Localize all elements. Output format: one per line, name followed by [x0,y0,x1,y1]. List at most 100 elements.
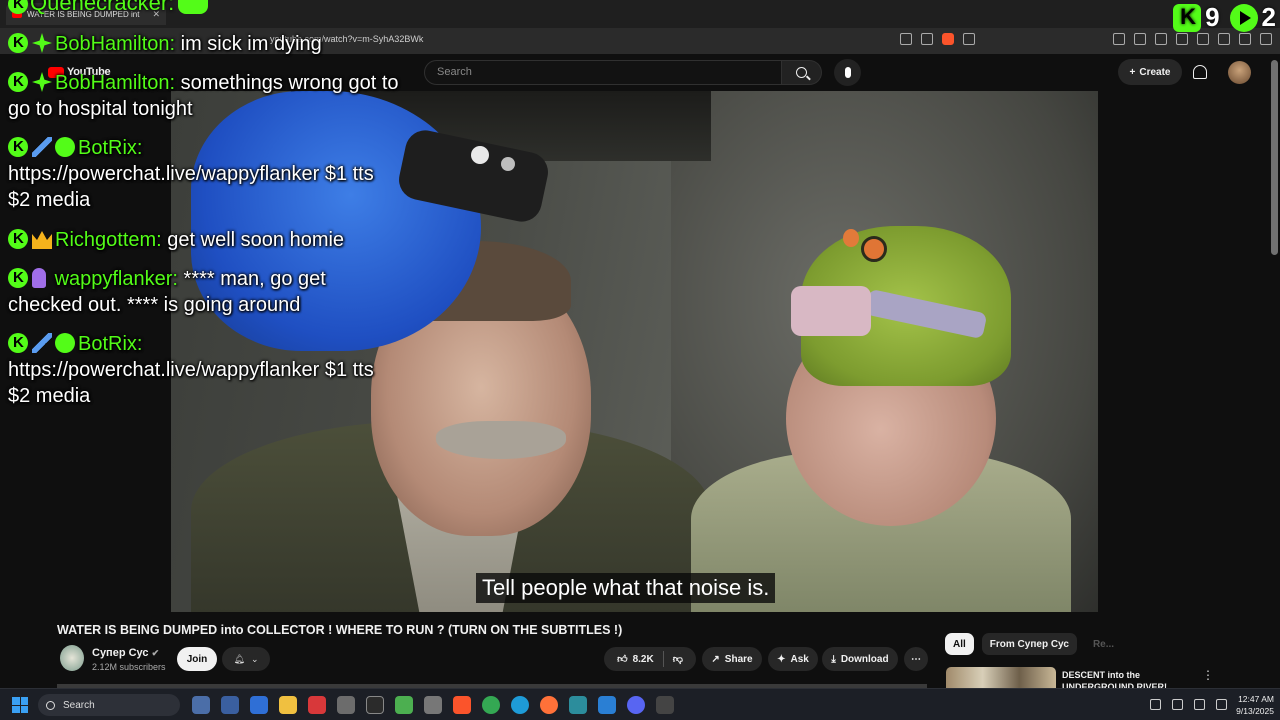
chat-message: Richgottem: get well soon homie [8,226,408,253]
chat-overlay: Quenecracker: BobHamilton: im sick im dy… [0,0,410,420]
kick-badge-icon [8,330,28,356]
share-page-icon[interactable] [921,33,933,45]
app-icon[interactable] [221,696,239,714]
chat-username: Richgottem: [55,229,162,251]
brave-browser-icon[interactable] [453,696,471,714]
taskbar-apps [192,696,674,714]
ask-button[interactable]: ✦ Ask [768,647,818,671]
search-button[interactable] [782,60,822,85]
chrome-icon[interactable] [482,696,500,714]
voice-search-button[interactable] [834,59,861,86]
page-scrollbar[interactable] [1271,60,1278,255]
kick-badge-icon [8,0,28,17]
wallet-icon[interactable] [1197,33,1209,45]
sparkle-badge-icon [32,72,52,92]
clock-app-icon[interactable] [337,696,355,714]
download-icon: ⤓ [831,653,836,665]
account-avatar[interactable] [1228,61,1251,84]
chip-related[interactable]: Re... [1085,633,1122,655]
chat-message: BotRix: https://powerchat.live/wappyflan… [8,134,398,213]
notifications-bell-icon[interactable] [1193,65,1207,79]
chat-username-partial: Quenecracker: [30,0,175,15]
share-label: Share [724,653,753,665]
viewer-counters: 9 2 [1173,2,1276,33]
chat-username: BotRix: [78,333,143,355]
subscribed-notifications-button[interactable]: 🔔︎ ⌄ [222,647,270,671]
sword-badge-icon [32,137,52,157]
edge-icon[interactable] [511,696,529,714]
verified-badge-icon [55,333,75,353]
taskbar-search[interactable]: Search [38,694,180,716]
system-tray [1150,699,1227,710]
leo-icon[interactable] [1218,33,1230,45]
dislike-icon[interactable]: 👎︎ [673,653,683,665]
channel-avatar[interactable] [60,645,84,671]
recommendation-thumbnail[interactable] [946,667,1056,689]
create-button[interactable]: + Create [1118,59,1182,85]
chevron-down-icon: ⌄ [250,653,259,664]
start-tile [12,697,20,705]
more-actions-button[interactable]: ⋯ [904,647,928,671]
file-explorer-icon[interactable] [279,696,297,714]
like-separator [662,651,664,667]
obs-icon[interactable] [424,696,442,714]
map-app-icon[interactable] [395,696,413,714]
kick-badge-icon [8,265,28,291]
plus-icon: + [1129,66,1136,78]
chat-text: im sick im dying [180,33,322,55]
more-vertical-icon[interactable]: ⋮ [1202,668,1214,682]
search-input[interactable]: Search [424,60,782,85]
sidebar-icon[interactable] [1176,33,1188,45]
vscode-icon[interactable] [598,696,616,714]
like-icon[interactable]: 👍︎ [617,653,627,665]
join-button[interactable]: Join [177,647,217,671]
chip-from-channel[interactable]: From Супер Сус [981,633,1077,655]
channel-name[interactable]: Супер Сус ✔ [92,647,159,659]
vpn-icon[interactable] [1239,33,1251,45]
sparkle-icon: ✦ [777,653,786,665]
app-icon-teal[interactable] [569,696,587,714]
discord-icon[interactable] [627,696,645,714]
chat-message: wappyflanker: **** man, go get checked o… [8,265,368,318]
search-icon [46,700,55,710]
network-icon[interactable] [1194,699,1205,710]
media-icon[interactable] [1155,33,1167,45]
chip-all[interactable]: All [945,633,974,655]
microphone-tray-icon[interactable] [1172,699,1183,710]
firefox-icon[interactable] [540,696,558,714]
share-button[interactable]: ↗ Share [702,647,762,671]
taskbar-clock[interactable]: 12:47 AM 9/13/2025 [1226,693,1274,717]
windows-start-icon[interactable] [12,697,28,713]
channel-name-text: Супер Сус [92,647,149,659]
rumble-logo-icon [1229,3,1258,32]
chat-message: BobHamilton: im sick im dying [8,30,408,57]
capcut-icon[interactable] [366,696,384,714]
video-subtitle: Tell people what that noise is. [476,573,776,603]
gamebar-icon[interactable] [192,696,210,714]
video-hat-eye [861,236,887,262]
screen: WATER IS BEING DUMPED int ✕ youtube.com/… [0,0,1280,720]
start-tile [20,697,28,705]
download-button[interactable]: ⤓ Download [822,647,898,671]
ask-label: Ask [790,653,809,665]
menu-icon[interactable] [1260,33,1272,45]
share-icon: ↗ [711,653,720,665]
recommendation-chips: All From Супер Сус Re... [945,633,1122,655]
chevron-up-icon[interactable] [1150,699,1161,710]
app-icon-dark[interactable] [656,696,674,714]
subscriber-count: 2.12M subscribers [92,662,166,672]
chat-text: get well soon homie [167,229,345,251]
like-count[interactable]: 8.2K [633,654,654,665]
browser-toolbar-icons [1113,33,1272,45]
kick-badge-icon [8,69,28,95]
rumble-viewer-count: 2 [1261,2,1276,32]
start-tile [12,705,20,713]
screenshot-icon[interactable] [1134,33,1146,45]
brave-rewards-icon[interactable] [963,33,975,45]
clock-date: 9/13/2025 [1236,706,1274,716]
netflix-icon[interactable] [308,696,326,714]
extensions-icon[interactable] [1113,33,1125,45]
brave-shields-icon[interactable] [942,33,954,45]
remote-desktop-icon[interactable] [250,696,268,714]
cast-icon[interactable] [900,33,912,45]
